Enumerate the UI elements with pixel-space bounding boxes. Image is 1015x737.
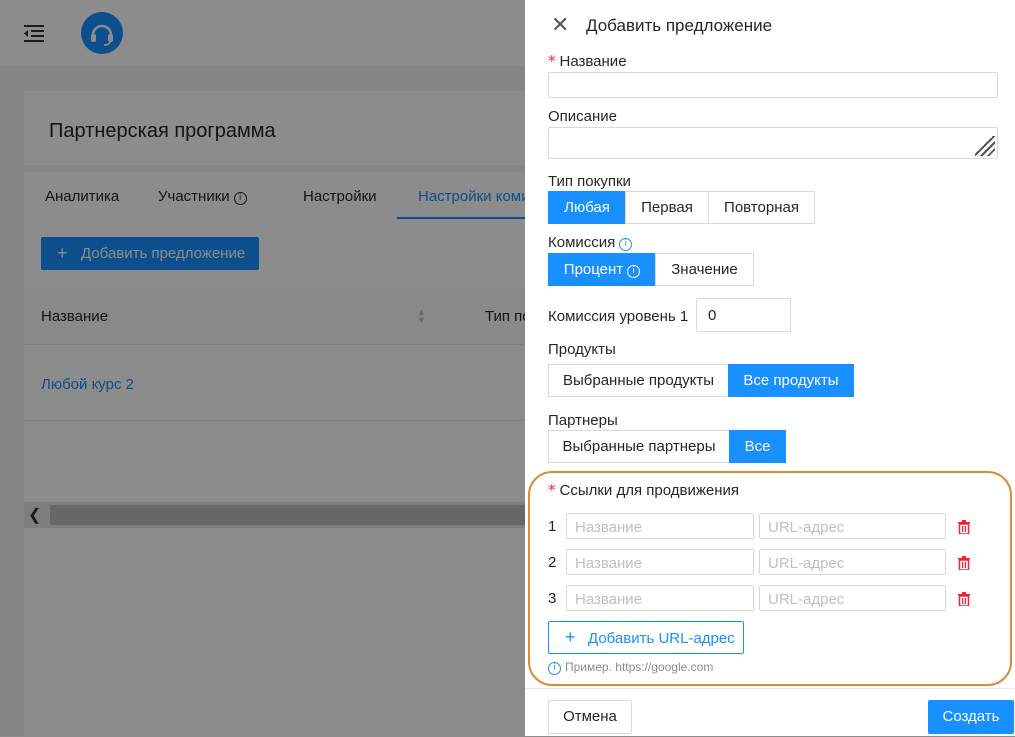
- products-all[interactable]: Все продукты: [728, 364, 854, 397]
- resize-handle-icon[interactable]: [975, 136, 995, 156]
- partners-all[interactable]: Все: [729, 430, 786, 463]
- commission-level-label: Комиссия уровень 1: [548, 308, 689, 325]
- description-textarea[interactable]: [548, 127, 998, 159]
- partners-label: Партнеры: [548, 412, 618, 429]
- drawer-mask[interactable]: [0, 0, 525, 736]
- commission-level-value: 0: [708, 307, 717, 324]
- info-icon: i: [627, 265, 641, 278]
- drawer-header: ✕ Добавить предложение: [525, 0, 1015, 48]
- required-mark: *: [548, 52, 556, 70]
- name-label-text: Название: [559, 53, 627, 70]
- purchase-type-any[interactable]: Любая: [548, 191, 626, 224]
- description-label: Описание: [548, 108, 618, 125]
- products-selected[interactable]: Выбранные продукты: [548, 364, 729, 397]
- name-label: * Название: [548, 52, 627, 70]
- drawer-title: Добавить предложение: [586, 16, 773, 35]
- create-button[interactable]: Создать: [928, 700, 1014, 734]
- close-icon[interactable]: ✕: [551, 12, 569, 38]
- commission-percent[interactable]: Процент i: [548, 253, 656, 286]
- commission-level-input[interactable]: 0: [696, 298, 791, 332]
- info-icon[interactable]: i: [619, 238, 633, 251]
- purchase-type-label: Тип покупки: [548, 173, 631, 190]
- drawer-footer: Отмена Создать: [525, 688, 1015, 737]
- name-input[interactable]: [548, 72, 998, 98]
- commission-value[interactable]: Значение: [655, 253, 754, 286]
- commission-label-text: Комиссия: [548, 234, 616, 251]
- products-label: Продукты: [548, 341, 616, 358]
- commission-label: Комиссия i: [548, 234, 633, 251]
- partners-selected[interactable]: Выбранные партнеры: [548, 430, 730, 463]
- cancel-button[interactable]: Отмена: [548, 700, 632, 734]
- links-highlight-outline: [528, 471, 1012, 686]
- commission-percent-label: Процент: [563, 261, 624, 278]
- purchase-type-repeat[interactable]: Повторная: [708, 191, 815, 224]
- purchase-type-first[interactable]: Первая: [625, 191, 709, 224]
